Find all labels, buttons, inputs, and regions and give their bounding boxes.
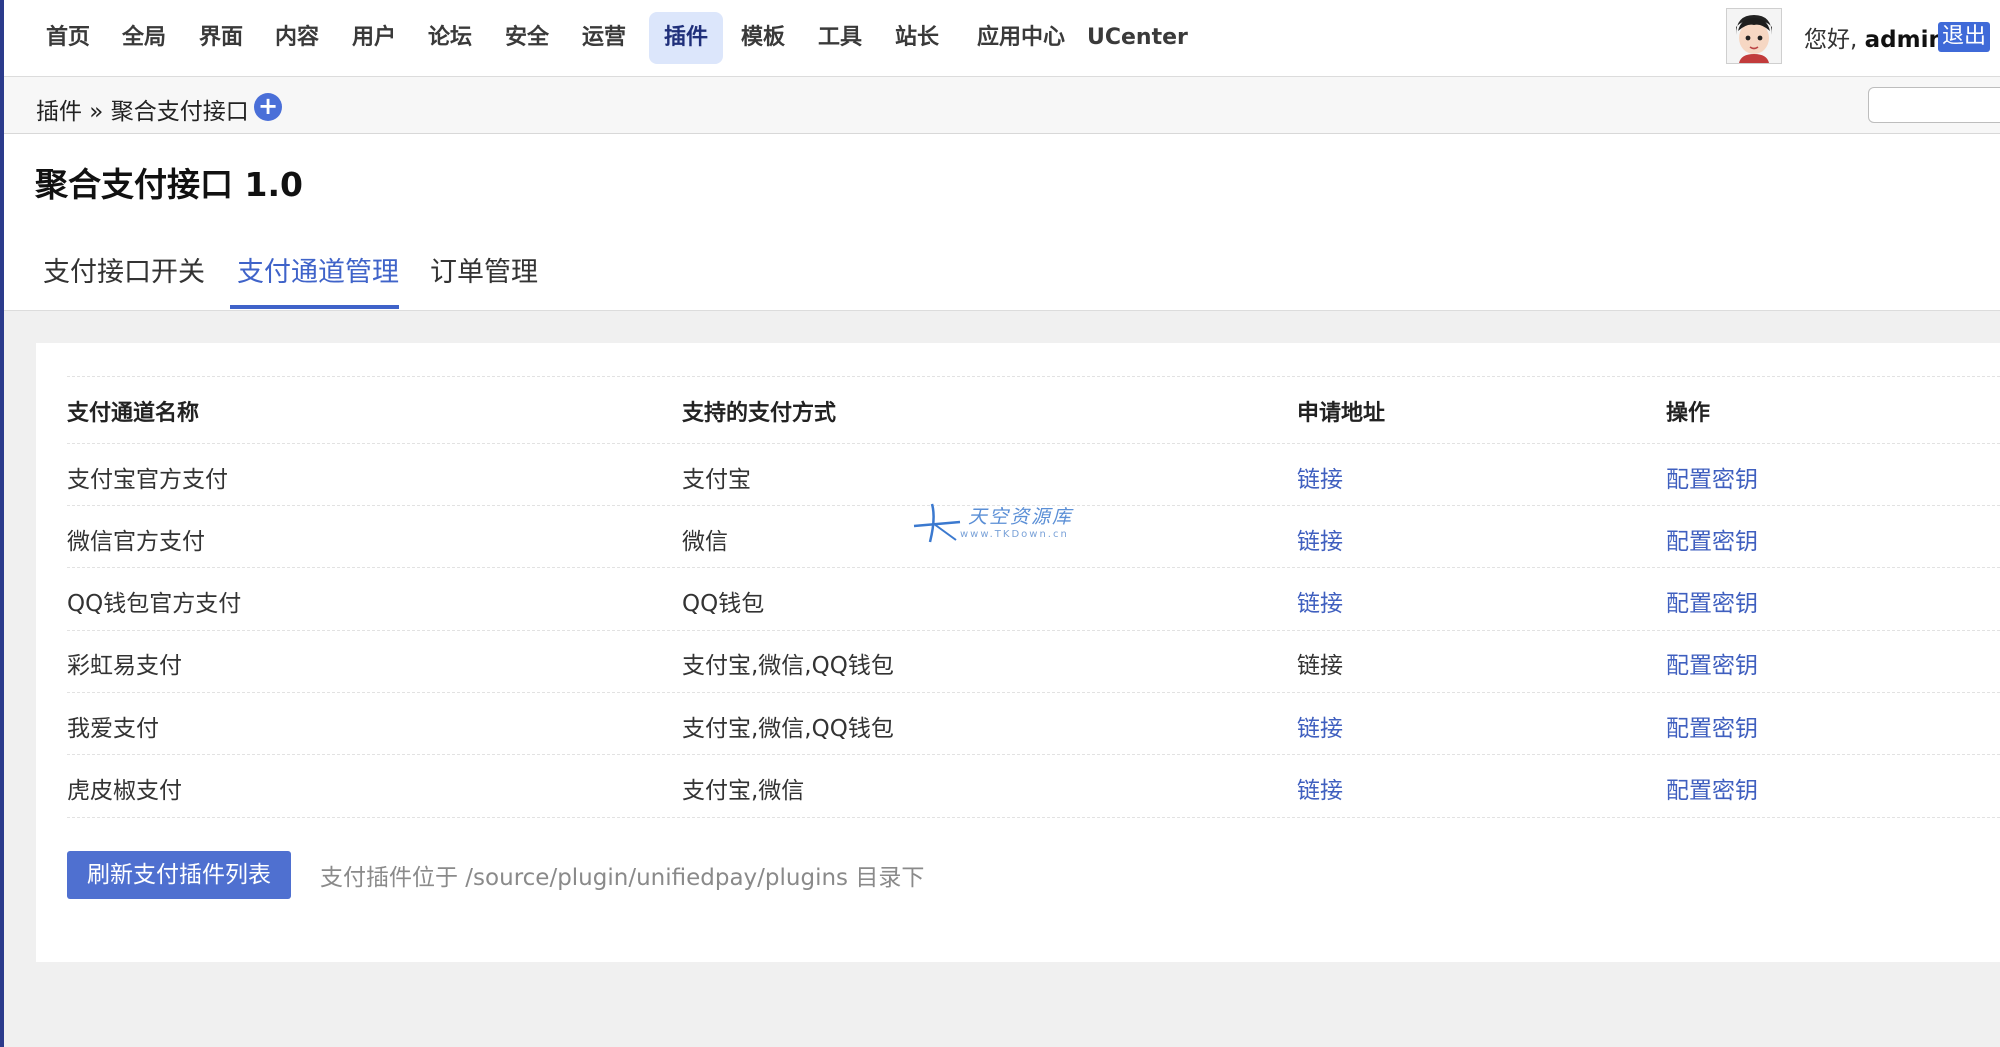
apply-link[interactable]: 链接 xyxy=(1297,771,1343,805)
plugin-path-hint: 支付插件位于 /source/plugin/unifiedpay/plugins… xyxy=(320,865,925,891)
table-cell-channel: 支付宝官方支付 xyxy=(67,467,228,493)
column-header-methods: 支持的支付方式 xyxy=(682,401,837,426)
refresh-plugin-list-button[interactable]: 刷新支付插件列表 xyxy=(67,851,291,899)
column-header-apply-url: 申请地址 xyxy=(1297,401,1386,426)
column-header-channel: 支付通道名称 xyxy=(67,401,200,426)
nav-item-content[interactable]: 内容 xyxy=(269,12,325,64)
greeting-text: 您好, xyxy=(1804,27,1865,53)
nav-item-ui[interactable]: 界面 xyxy=(193,12,249,64)
table-cell-methods: 支付宝,微信 xyxy=(682,778,805,804)
nav-item-plugins[interactable]: 插件 xyxy=(649,12,723,64)
table-cell-methods: 支付宝,微信,QQ钱包 xyxy=(682,716,894,742)
nav-item-ucenter[interactable]: UCenter xyxy=(1087,12,1188,64)
breadcrumb: 插件 » 聚合支付接口 xyxy=(36,99,249,125)
row-divider xyxy=(67,754,2000,755)
table-cell-channel: 虎皮椒支付 xyxy=(67,778,182,804)
active-tab-underline xyxy=(230,305,399,309)
username: admin xyxy=(1864,27,1945,53)
nav-item-global[interactable]: 全局 xyxy=(116,12,172,64)
table-cell-channel: 我爱支付 xyxy=(67,716,159,742)
tab-payment-switch[interactable]: 支付接口开关 xyxy=(43,250,205,289)
apply-link[interactable]: 链接 xyxy=(1297,709,1343,743)
row-divider xyxy=(67,817,2000,818)
configure-key-link[interactable]: 配置密钥 xyxy=(1666,584,1758,618)
apply-link[interactable]: 链接 xyxy=(1297,584,1343,618)
table-cell-methods: QQ钱包 xyxy=(682,591,765,617)
nav-item-home[interactable]: 首页 xyxy=(40,12,96,64)
row-divider xyxy=(67,630,2000,631)
configure-key-link[interactable]: 配置密钥 xyxy=(1666,646,1758,680)
tab-order-management[interactable]: 订单管理 xyxy=(430,250,538,289)
plus-icon: + xyxy=(257,92,279,120)
nav-item-templates[interactable]: 模板 xyxy=(735,12,791,64)
configure-key-link[interactable]: 配置密钥 xyxy=(1666,522,1758,556)
row-divider xyxy=(67,567,2000,568)
breadcrumb-bar: 插件 » 聚合支付接口 xyxy=(0,77,2000,134)
apply-link[interactable]: 链接 xyxy=(1297,522,1343,556)
nav-item-user[interactable]: 用户 xyxy=(346,12,402,64)
table-cell-methods: 支付宝,微信,QQ钱包 xyxy=(682,653,894,679)
nav-item-operation[interactable]: 运营 xyxy=(576,12,632,64)
row-divider xyxy=(67,443,2000,444)
watermark-url: www.TKDown.cn xyxy=(960,529,1069,540)
user-greeting: 您好, admin xyxy=(1804,20,1945,54)
column-header-action: 操作 xyxy=(1666,401,1711,426)
apply-link[interactable]: 链接 xyxy=(1297,460,1343,494)
table-cell-channel: 微信官方支付 xyxy=(67,529,205,555)
avatar-image xyxy=(1727,9,1781,63)
table-top-border xyxy=(67,376,2000,377)
nav-item-forum[interactable]: 论坛 xyxy=(422,12,478,64)
table-cell-methods: 微信 xyxy=(682,529,728,555)
search-input[interactable] xyxy=(1868,87,2000,123)
add-shortcut-button[interactable]: + xyxy=(254,93,282,121)
apply-link[interactable]: 链接 xyxy=(1297,646,1343,680)
row-divider xyxy=(67,692,2000,693)
table-cell-channel: QQ钱包官方支付 xyxy=(67,591,242,617)
nav-item-webmaster[interactable]: 站长 xyxy=(889,12,945,64)
logout-button[interactable]: 退出 xyxy=(1938,22,1991,52)
nav-item-tools[interactable]: 工具 xyxy=(812,12,868,64)
table-cell-channel: 彩虹易支付 xyxy=(67,653,182,679)
configure-key-link[interactable]: 配置密钥 xyxy=(1666,709,1758,743)
configure-key-link[interactable]: 配置密钥 xyxy=(1666,460,1758,494)
nav-item-app-center[interactable]: 应用中心 xyxy=(967,12,1075,64)
watermark-text: 天空资源库 xyxy=(968,506,1074,528)
nav-item-security[interactable]: 安全 xyxy=(499,12,555,64)
table-cell-methods: 支付宝 xyxy=(682,467,751,493)
avatar[interactable] xyxy=(1726,8,1782,64)
left-edge-bar xyxy=(0,0,4,1047)
tab-channel-management[interactable]: 支付通道管理 xyxy=(237,250,399,289)
page-title: 聚合支付接口 1.0 xyxy=(35,165,303,204)
top-nav: 首页 全局 界面 内容 用户 论坛 安全 运营 插件 模板 工具 站长 应用中心… xyxy=(0,0,2000,77)
configure-key-link[interactable]: 配置密钥 xyxy=(1666,771,1758,805)
